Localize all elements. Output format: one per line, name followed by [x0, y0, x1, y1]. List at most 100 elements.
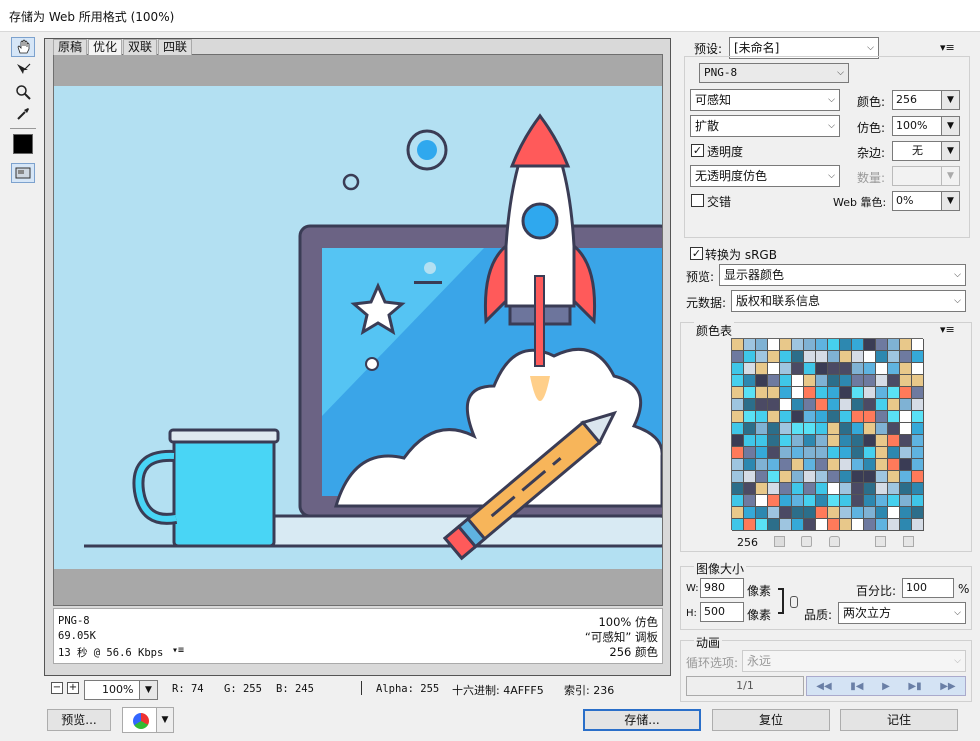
palette-swatch[interactable]	[912, 411, 924, 423]
palette-swatch[interactable]	[900, 375, 912, 387]
palette-swatch[interactable]	[876, 435, 888, 447]
palette-swatch[interactable]	[864, 351, 876, 363]
palette-swatch[interactable]	[780, 435, 792, 447]
palette-swatch[interactable]	[876, 519, 888, 531]
palette-swatch[interactable]	[912, 447, 924, 459]
zoom-in-button[interactable]: +	[67, 682, 79, 694]
palette-swatch[interactable]	[792, 447, 804, 459]
palette-swatch[interactable]	[780, 351, 792, 363]
palette-swatch[interactable]	[816, 507, 828, 519]
prev-frame-icon[interactable]: ▮◀	[850, 681, 863, 692]
palette-swatch[interactable]	[876, 471, 888, 483]
palette-swatch[interactable]	[792, 483, 804, 495]
palette-swatch[interactable]	[816, 399, 828, 411]
palette-swatch[interactable]	[756, 399, 768, 411]
hand-tool-icon[interactable]	[11, 37, 35, 57]
palette-swatch[interactable]	[912, 471, 924, 483]
palette-swatch[interactable]	[768, 351, 780, 363]
palette-swatch[interactable]	[900, 363, 912, 375]
palette-swatch[interactable]	[912, 363, 924, 375]
eyedropper-icon[interactable]	[11, 104, 35, 124]
palette-swatch[interactable]	[804, 387, 816, 399]
palette-swatch[interactable]	[864, 435, 876, 447]
palette-swatch[interactable]	[756, 519, 768, 531]
palette-swatch[interactable]	[768, 483, 780, 495]
tab-optimized[interactable]: 优化	[88, 39, 123, 55]
palette-swatch[interactable]	[768, 363, 780, 375]
palette-swatch[interactable]	[840, 387, 852, 399]
palette-swatch[interactable]	[840, 375, 852, 387]
palette-swatch[interactable]	[792, 471, 804, 483]
palette-swatch[interactable]	[876, 459, 888, 471]
palette-swatch[interactable]	[852, 495, 864, 507]
palette-swatch[interactable]	[744, 483, 756, 495]
palette-swatch[interactable]	[876, 447, 888, 459]
palette-swatch[interactable]	[804, 411, 816, 423]
palette-swatch[interactable]	[792, 507, 804, 519]
palette-swatch[interactable]	[912, 495, 924, 507]
palette-swatch[interactable]	[828, 447, 840, 459]
palette-swatch[interactable]	[888, 363, 900, 375]
palette-swatch[interactable]	[756, 447, 768, 459]
new-color-icon[interactable]	[875, 536, 886, 547]
palette-swatch[interactable]	[804, 399, 816, 411]
tab-4up[interactable]: 四联	[158, 39, 193, 55]
palette-swatch[interactable]	[864, 495, 876, 507]
palette-swatch[interactable]	[888, 459, 900, 471]
dither-algorithm-select[interactable]: 扩散 ⌵	[690, 115, 840, 137]
palette-swatch[interactable]	[756, 471, 768, 483]
palette-swatch[interactable]	[792, 339, 804, 351]
color-table-grid[interactable]	[731, 338, 924, 531]
palette-swatch[interactable]	[756, 411, 768, 423]
palette-swatch[interactable]	[864, 387, 876, 399]
palette-swatch[interactable]	[792, 435, 804, 447]
palette-swatch[interactable]	[816, 519, 828, 531]
palette-swatch[interactable]	[876, 507, 888, 519]
quality-select[interactable]: 两次立方 ⌵	[838, 602, 966, 624]
palette-swatch[interactable]	[900, 447, 912, 459]
palette-swatch[interactable]	[876, 387, 888, 399]
palette-swatch[interactable]	[864, 375, 876, 387]
palette-swatch[interactable]	[768, 411, 780, 423]
palette-swatch[interactable]	[864, 411, 876, 423]
palette-swatch[interactable]	[756, 495, 768, 507]
palette-swatch[interactable]	[780, 447, 792, 459]
palette-swatch[interactable]	[780, 483, 792, 495]
palette-swatch[interactable]	[732, 483, 744, 495]
palette-swatch[interactable]	[828, 519, 840, 531]
palette-swatch[interactable]	[840, 459, 852, 471]
last-frame-icon[interactable]: ▶▶	[940, 681, 955, 692]
palette-swatch[interactable]	[888, 351, 900, 363]
palette-swatch[interactable]	[840, 507, 852, 519]
palette-swatch[interactable]	[900, 387, 912, 399]
palette-swatch[interactable]	[864, 363, 876, 375]
palette-swatch[interactable]	[792, 399, 804, 411]
colors-combo[interactable]: 256 ▼	[892, 90, 960, 110]
palette-swatch[interactable]	[852, 411, 864, 423]
palette-swatch[interactable]	[732, 363, 744, 375]
palette-swatch[interactable]	[792, 351, 804, 363]
palette-swatch[interactable]	[900, 411, 912, 423]
palette-swatch[interactable]	[840, 339, 852, 351]
palette-swatch[interactable]	[792, 423, 804, 435]
palette-swatch[interactable]	[864, 471, 876, 483]
palette-swatch[interactable]	[816, 447, 828, 459]
palette-swatch[interactable]	[744, 399, 756, 411]
palette-swatch[interactable]	[816, 363, 828, 375]
palette-swatch[interactable]	[876, 495, 888, 507]
palette-swatch[interactable]	[828, 495, 840, 507]
palette-swatch[interactable]	[876, 411, 888, 423]
palette-swatch[interactable]	[876, 363, 888, 375]
palette-swatch[interactable]	[732, 423, 744, 435]
trash-icon[interactable]	[903, 536, 914, 547]
palette-swatch[interactable]	[840, 399, 852, 411]
palette-swatch[interactable]	[912, 459, 924, 471]
palette-swatch[interactable]	[912, 339, 924, 351]
palette-swatch[interactable]	[900, 351, 912, 363]
palette-swatch[interactable]	[888, 399, 900, 411]
palette-swatch[interactable]	[876, 351, 888, 363]
palette-swatch[interactable]	[756, 375, 768, 387]
palette-swatch[interactable]	[816, 411, 828, 423]
palette-swatch[interactable]	[852, 399, 864, 411]
palette-swatch[interactable]	[852, 375, 864, 387]
